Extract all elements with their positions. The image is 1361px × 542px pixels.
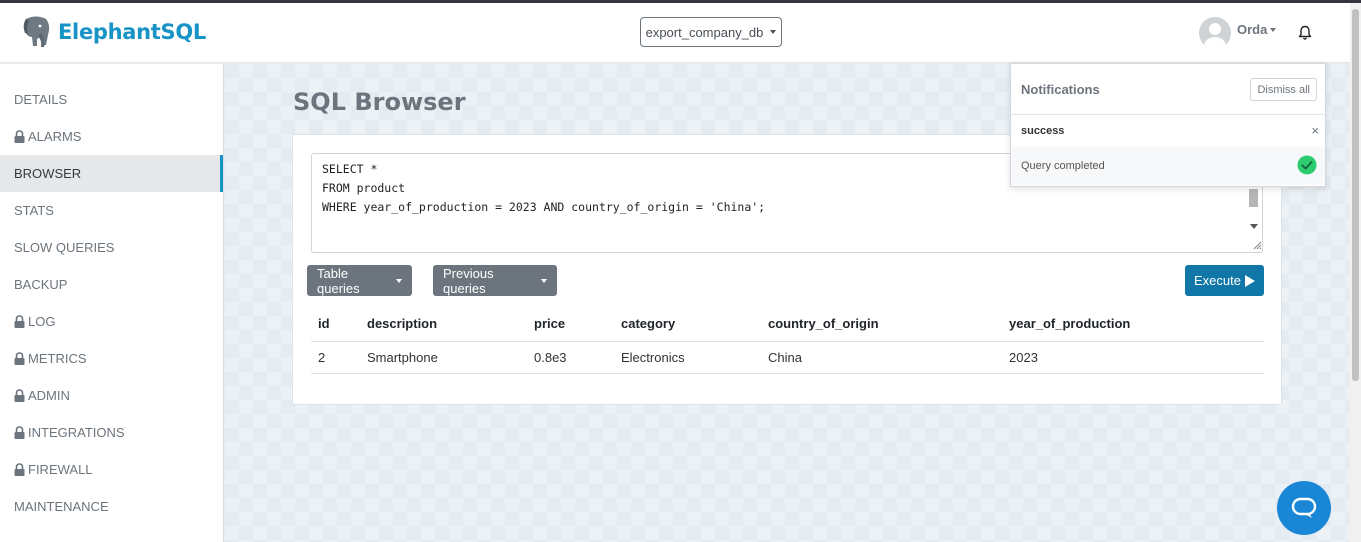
sidebar-item-maintenance[interactable]: MAINTENANCE (0, 488, 223, 525)
chevron-down-icon (396, 278, 402, 283)
table-header-row: id description price category country_of… (311, 307, 1264, 342)
sidebar-item-admin[interactable]: ADMIN (0, 377, 223, 414)
sidebar-item-browser[interactable]: BROWSER (0, 155, 223, 192)
logo[interactable]: ElephantSQL (20, 15, 206, 49)
notification-item-header: success × (1011, 115, 1325, 147)
lock-icon (14, 426, 25, 439)
results-table: id description price category country_of… (311, 307, 1264, 374)
notification-item-body: Query completed (1011, 147, 1325, 185)
avatar (1199, 17, 1231, 49)
notifications-panel: Notifications Dismiss all success × Quer… (1010, 63, 1326, 187)
page-scrollbar-thumb[interactable] (1352, 9, 1359, 381)
header: ElephantSQL export_company_db Orda (0, 3, 1350, 63)
table-queries-button[interactable]: Table queries (307, 265, 412, 296)
execute-button[interactable]: Execute (1185, 265, 1264, 296)
check-circle-icon (1297, 155, 1317, 175)
sidebar-item-firewall[interactable]: FIREWALL (0, 451, 223, 488)
lock-icon (14, 463, 25, 476)
scroll-down-arrow-icon[interactable] (1250, 224, 1258, 229)
column-header: country_of_origin (761, 307, 1002, 342)
column-header: description (360, 307, 527, 342)
chevron-down-icon (1270, 28, 1277, 33)
table-cell: China (761, 341, 1002, 374)
editor-scrollbar-thumb[interactable] (1249, 189, 1258, 207)
lock-icon (14, 389, 25, 402)
database-selector-label: export_company_db (645, 24, 764, 40)
page-scrollbar[interactable] (1350, 3, 1361, 542)
lock-icon (14, 315, 25, 328)
column-header: category (614, 307, 761, 342)
column-header: price (527, 307, 614, 342)
resize-handle-icon[interactable] (1253, 241, 1262, 250)
notifications-header: Notifications Dismiss all (1011, 64, 1325, 115)
sidebar: DETAILS ALARMS BROWSER STATS SLOW QUERIE… (0, 64, 224, 542)
chevron-down-icon (770, 30, 777, 34)
brand-name: ElephantSQL (58, 20, 206, 44)
sidebar-item-stats[interactable]: STATS (0, 192, 223, 229)
sidebar-item-backup[interactable]: BACKUP (0, 266, 223, 303)
table-row: 2 Smartphone 0.8e3 Electronics China 202… (311, 341, 1264, 374)
sidebar-item-alarms[interactable]: ALARMS (0, 118, 223, 155)
sidebar-item-slow-queries[interactable]: SLOW QUERIES (0, 229, 223, 266)
elephant-logo-icon (23, 16, 50, 47)
sidebar-item-log[interactable]: LOG (0, 303, 223, 340)
column-header: year_of_production (1002, 307, 1264, 342)
lock-icon (14, 352, 25, 365)
close-icon[interactable]: × (1311, 123, 1319, 138)
column-header: id (311, 307, 360, 342)
table-cell: 2023 (1002, 341, 1264, 374)
chat-support-button[interactable] (1277, 481, 1331, 535)
editor-scrollbar[interactable] (1246, 187, 1261, 235)
user-menu[interactable]: Orda (1199, 17, 1277, 49)
sidebar-item-metrics[interactable]: METRICS (0, 340, 223, 377)
table-cell: 0.8e3 (527, 341, 614, 374)
page-title: SQL Browser (293, 88, 466, 116)
bell-icon[interactable] (1297, 25, 1313, 41)
user-name: Orda (1237, 22, 1277, 37)
lock-icon (14, 130, 25, 143)
notification-title: success (1021, 125, 1065, 137)
notification-message: Query completed (1021, 160, 1105, 172)
notifications-title: Notifications (1021, 81, 1100, 97)
sidebar-item-integrations[interactable]: INTEGRATIONS (0, 414, 223, 451)
dismiss-all-button[interactable]: Dismiss all (1250, 78, 1317, 101)
table-cell: 2 (311, 341, 360, 374)
play-icon (1244, 274, 1255, 287)
table-cell: Electronics (614, 341, 761, 374)
database-selector[interactable]: export_company_db (640, 17, 782, 47)
sidebar-item-details[interactable]: DETAILS (0, 81, 223, 118)
chat-bubble-icon (1291, 497, 1317, 518)
chevron-down-icon (541, 278, 547, 283)
table-cell: Smartphone (360, 341, 527, 374)
previous-queries-button[interactable]: Previous queries (433, 265, 557, 296)
